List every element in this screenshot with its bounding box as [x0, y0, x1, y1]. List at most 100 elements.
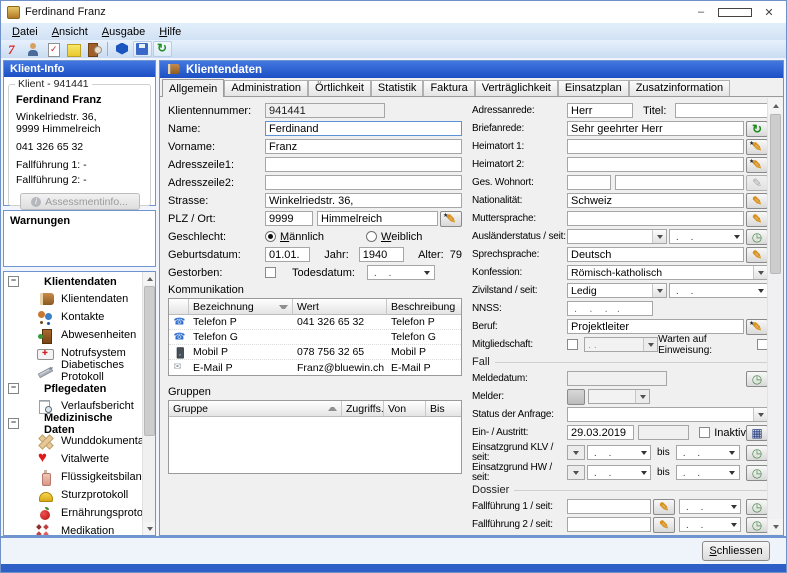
beruf-field[interactable]: [567, 319, 744, 334]
ges-wohnort-plz-field[interactable]: [567, 175, 611, 190]
tab[interactable]: Verträglichkeit: [475, 80, 558, 96]
scrollbar-thumb[interactable]: [770, 114, 781, 274]
refresh-button[interactable]: [153, 41, 172, 57]
scroll-down-icon[interactable]: [143, 522, 156, 535]
jahr-field[interactable]: [359, 247, 404, 262]
note-button[interactable]: [64, 41, 83, 57]
shape-blue-button[interactable]: [113, 41, 132, 57]
einsatzgrund-hw-combobox[interactable]: [567, 465, 585, 480]
konfession-combobox[interactable]: Römisch-katholisch: [567, 265, 768, 280]
gruppen-table-body[interactable]: [169, 417, 461, 473]
fallfuehrung2-field[interactable]: [567, 517, 651, 532]
heimatort1-lookup-button[interactable]: [746, 139, 768, 155]
gruppen-col-gruppe[interactable]: Gruppe: [169, 401, 342, 416]
meldedatum-history-button[interactable]: [746, 371, 768, 387]
tree-item[interactable]: Vitalwerte: [4, 450, 142, 468]
ort-lookup-button[interactable]: [440, 211, 462, 227]
tab[interactable]: Administration: [224, 80, 308, 96]
tree-item[interactable]: Diabetisches Protokoll: [4, 362, 142, 380]
beruf-lookup-button[interactable]: [746, 319, 768, 335]
tree-item[interactable]: Kontakte: [4, 308, 142, 326]
gruppen-col-bis[interactable]: Bis: [426, 401, 461, 416]
mitgliedschaft-dropdown[interactable]: . .: [584, 337, 658, 352]
inaktiv-checkbox[interactable]: [699, 427, 710, 438]
kommunikation-row[interactable]: Telefon P 041 326 65 32 Telefon P: [169, 315, 461, 330]
menu-item[interactable]: Hilfe: [152, 25, 188, 39]
scrollbar-thumb[interactable]: [144, 286, 155, 436]
tab[interactable]: Faktura: [423, 80, 474, 96]
tree-item[interactable]: Ernährungsprotokoll: [4, 504, 142, 522]
eintritt-field[interactable]: [567, 425, 634, 440]
hw-bis-dropdown[interactable]: . .: [676, 465, 740, 480]
fallfuehrung2-seit-dropdown[interactable]: . .: [679, 517, 741, 532]
exit-button[interactable]: [84, 41, 103, 57]
komm-icon-column[interactable]: [169, 299, 189, 314]
klv-history-button[interactable]: [746, 445, 768, 461]
muttersprache-field[interactable]: [567, 211, 744, 226]
checklist-button[interactable]: [44, 41, 63, 57]
menu-item[interactable]: Ausgabe: [95, 25, 152, 39]
auslaenderstatus-history-button[interactable]: [746, 229, 768, 245]
sprechsprache-edit-button[interactable]: [746, 247, 768, 263]
tab[interactable]: Örtlichkeit: [308, 80, 371, 96]
adressanrede-field[interactable]: [567, 103, 633, 118]
person-button[interactable]: [24, 41, 43, 57]
geburtsdatum-field[interactable]: [265, 247, 310, 262]
assessmentinfo-button[interactable]: Assessmentinfo...: [20, 193, 140, 210]
tab[interactable]: Statistik: [371, 80, 424, 96]
gruppen-col-zugriffs[interactable]: Zugriffs...: [342, 401, 384, 416]
tree-scrollbar[interactable]: [142, 272, 155, 535]
scroll-up-icon[interactable]: [768, 98, 783, 113]
tab[interactable]: Zusatzinformation: [629, 80, 730, 96]
tab[interactable]: Allgemein: [162, 79, 224, 97]
briefanrede-refresh-button[interactable]: [746, 121, 768, 137]
fallfuehrung1-history-button[interactable]: [746, 499, 768, 515]
hw-history-button[interactable]: [746, 465, 768, 481]
fallfuehrung1-edit-button[interactable]: [653, 499, 675, 515]
hw-seit-dropdown[interactable]: . .: [587, 465, 651, 480]
mitgliedschaft-checkbox[interactable]: [567, 339, 578, 350]
ein-austritt-calendar-button[interactable]: [746, 425, 768, 441]
fallfuehrung1-seit-dropdown[interactable]: . .: [679, 499, 741, 514]
zivilstand-seit-dropdown[interactable]: . .: [669, 283, 768, 298]
heimatort2-field[interactable]: [567, 157, 744, 172]
gruppen-col-von[interactable]: Von: [384, 401, 426, 416]
schliessen-button[interactable]: Schliessen: [702, 541, 770, 561]
scroll-down-icon[interactable]: [768, 519, 783, 534]
tree-item[interactable]: Medikation: [4, 522, 142, 535]
klv-seit-dropdown[interactable]: . .: [587, 445, 651, 460]
menu-item[interactable]: Ansicht: [45, 25, 95, 39]
nnss-field[interactable]: [567, 301, 653, 316]
ges-wohnort-edit-button[interactable]: [746, 175, 768, 191]
report-7-button[interactable]: [4, 41, 23, 57]
klv-bis-dropdown[interactable]: . .: [676, 445, 740, 460]
fallfuehrung2-history-button[interactable]: [746, 517, 768, 533]
minimize-button[interactable]: –: [684, 1, 718, 23]
content-scrollbar[interactable]: [767, 98, 782, 534]
adresszeile2-field[interactable]: [265, 175, 462, 190]
tree-item[interactable]: Abwesenheiten: [4, 326, 142, 344]
ges-wohnort-ort-field[interactable]: [615, 175, 744, 190]
scroll-up-icon[interactable]: [143, 272, 156, 285]
briefanrede-field[interactable]: [567, 121, 744, 136]
komm-col-beschreibung[interactable]: Beschreibung: [387, 299, 461, 314]
sprechsprache-field[interactable]: [567, 247, 744, 262]
fallfuehrung2-edit-button[interactable]: [653, 517, 675, 533]
todesdatum-dropdown[interactable]: . .: [367, 265, 435, 280]
menu-item[interactable]: Datei: [5, 25, 45, 39]
kommunikation-row[interactable]: Telefon G Telefon G: [169, 330, 461, 345]
komm-col-wert[interactable]: Wert: [293, 299, 387, 314]
kommunikation-row[interactable]: E-Mail P Franz@bluewin.ch E-Mail P: [169, 360, 461, 375]
auslaenderstatus-combobox[interactable]: [567, 229, 667, 244]
tree-item[interactable]: Flüssigkeitsbilanz: [4, 468, 142, 486]
zivilstand-combobox[interactable]: Ledig: [567, 283, 667, 298]
nationalitaet-field[interactable]: [567, 193, 744, 208]
weiblich-radio[interactable]: [366, 231, 377, 242]
adresszeile1-field[interactable]: [265, 157, 462, 172]
strasse-field[interactable]: [265, 193, 462, 208]
kommunikation-row[interactable]: Mobil P 078 756 32 65 Mobil P: [169, 345, 461, 360]
plz-field[interactable]: [265, 211, 313, 226]
vorname-field[interactable]: [265, 139, 462, 154]
melder-button[interactable]: [567, 389, 585, 405]
tab[interactable]: Einsatzplan: [558, 80, 629, 96]
